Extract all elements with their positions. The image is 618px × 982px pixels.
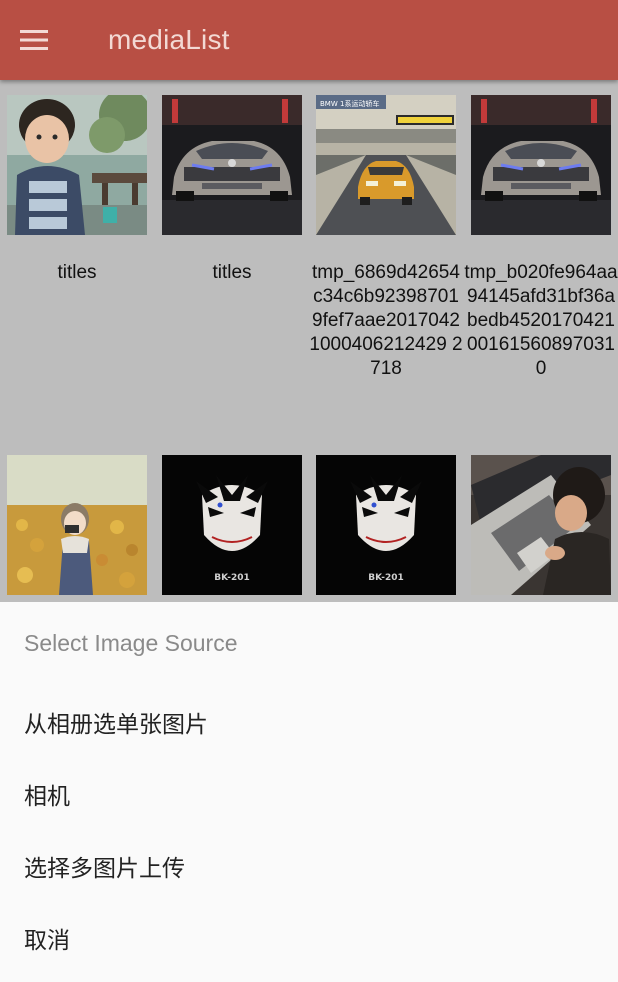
sheet-title: Select Image Source	[24, 630, 238, 656]
media-caption: titles	[57, 262, 97, 283]
media-grid: titles titles BMW 1系运动轿车 tmp_6869d42654c…	[0, 80, 618, 602]
option-multi-upload[interactable]: 选择多图片上传	[0, 834, 618, 894]
option-album-single[interactable]: 从相册选单张图片	[0, 690, 618, 750]
track-banner-text: BMW 1系运动轿车	[320, 99, 379, 108]
media-item[interactable]	[7, 455, 147, 602]
anime-girl-flowers-image	[7, 455, 147, 595]
media-item[interactable]: titles	[7, 95, 147, 285]
media-thumbnail[interactable]: BK-201	[316, 455, 456, 595]
media-thumbnail[interactable]: BMW 1系运动轿车	[316, 95, 456, 235]
menu-button[interactable]	[20, 18, 76, 62]
media-thumbnail[interactable]: BK-201	[162, 455, 302, 595]
child-with-laptop-image	[471, 455, 611, 595]
option-cancel[interactable]: 取消	[0, 906, 618, 966]
app-title: mediaList	[108, 24, 230, 55]
media-thumbnail[interactable]	[162, 95, 302, 235]
option-label: 取消	[24, 928, 70, 954]
media-item[interactable]	[471, 455, 611, 602]
media-item[interactable]: BMW 1系运动轿车 tmp_6869d42654c34c6b923987019…	[309, 95, 463, 381]
silver-sports-car-image	[162, 95, 302, 235]
media-caption: tmp_6869d42654c34c6b923987019fef7aae2017…	[309, 262, 463, 379]
media-thumbnail[interactable]	[471, 95, 611, 235]
option-label: 相机	[24, 784, 70, 810]
option-label: 选择多图片上传	[24, 856, 185, 882]
media-item[interactable]: tmp_b020fe964aa94145afd31bf36abedb452017…	[464, 95, 618, 381]
media-item[interactable]: BK-201	[316, 455, 456, 602]
media-caption: tmp_b020fe964aa94145afd31bf36abedb452017…	[464, 262, 618, 379]
media-item[interactable]: titles	[162, 95, 302, 285]
anime-mask-bk201-image: BK-201	[316, 455, 456, 595]
silver-sports-car-image	[471, 95, 611, 235]
anime-mask-bk201-image: BK-201	[162, 455, 302, 595]
child-photo-image	[7, 95, 147, 235]
mask-label-text: BK-201	[214, 573, 250, 583]
hamburger-menu-icon	[20, 30, 48, 50]
media-thumbnail[interactable]	[7, 95, 147, 235]
app-bar: mediaList	[0, 0, 618, 80]
media-thumbnail[interactable]	[7, 455, 147, 595]
media-caption: titles	[212, 262, 252, 283]
mask-label-text: BK-201	[368, 573, 404, 583]
media-thumbnail[interactable]	[471, 455, 611, 595]
media-item[interactable]: BK-201	[162, 455, 302, 602]
option-label: 从相册选单张图片	[24, 712, 208, 738]
option-camera[interactable]: 相机	[0, 762, 618, 822]
image-source-sheet: Select Image Source 从相册选单张图片 相机 选择多图片上传 …	[0, 602, 618, 982]
orange-car-on-track-image: BMW 1系运动轿车	[316, 95, 456, 235]
